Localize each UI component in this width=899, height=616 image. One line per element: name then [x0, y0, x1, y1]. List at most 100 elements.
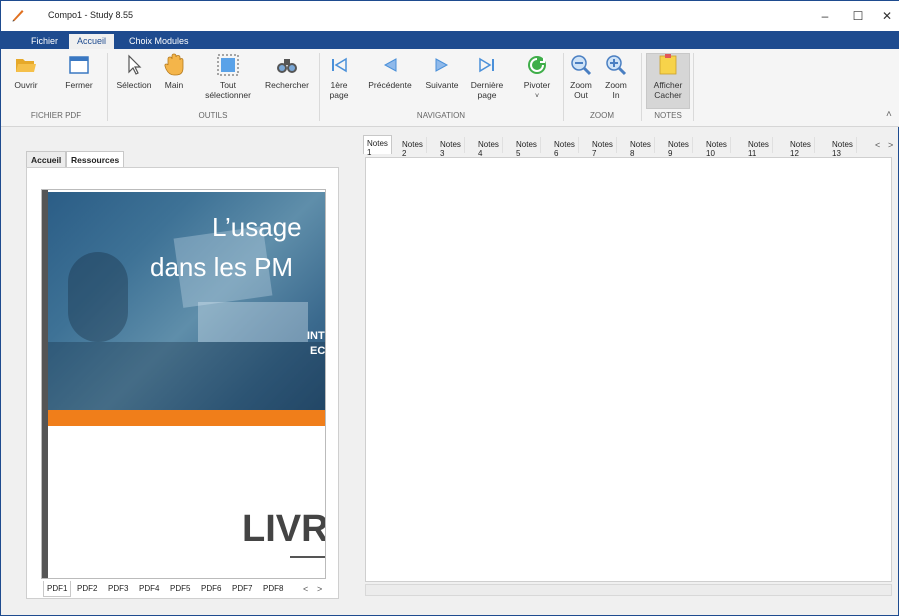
pdf-heading-line2: dans les PM	[150, 252, 294, 282]
tab-notes-7[interactable]: Notes 7	[589, 137, 617, 158]
last-page-button[interactable]: Dernière page	[467, 53, 507, 100]
pdf-tabs-scroll-right[interactable]: >	[317, 584, 322, 594]
group-label-zoom: ZOOM	[590, 111, 614, 120]
select-all-label-2: sélectionner	[205, 90, 251, 100]
app-window: Compo1 - Study 8.55 – ☐ ✕ Fichier Accuei…	[0, 0, 899, 616]
select-all-icon	[217, 54, 239, 76]
next-button[interactable]: Suivante	[421, 53, 463, 90]
next-label: Suivante	[425, 80, 459, 90]
title-bar: Compo1 - Study 8.55 – ☐ ✕	[1, 1, 899, 31]
group-separator	[693, 53, 694, 121]
tab-pdf7[interactable]: PDF7	[229, 581, 255, 597]
close-file-button[interactable]: Fermer	[63, 53, 95, 90]
tab-pdf8[interactable]: PDF8	[260, 581, 286, 597]
ribbon-collapse-button[interactable]: ˄	[886, 109, 892, 120]
zoom-out-label-1: Zoom	[570, 80, 592, 90]
arrow-left-icon	[383, 58, 397, 72]
tab-notes-3[interactable]: Notes 3	[437, 137, 465, 158]
previous-label: Précédente	[368, 80, 412, 90]
tab-notes-2[interactable]: Notes 2	[399, 137, 427, 158]
open-button[interactable]: Ouvrir	[13, 53, 39, 90]
menu-tab-choix-modules[interactable]: Choix Modules	[121, 34, 197, 49]
tab-pdf1[interactable]: PDF1	[43, 581, 72, 597]
pdf-tabs-scroll-left[interactable]: <	[303, 584, 308, 594]
tab-notes-6[interactable]: Notes 6	[551, 137, 579, 158]
menu-bar: Fichier Accueil Choix Modules	[1, 31, 899, 49]
sticky-note-icon	[659, 54, 677, 75]
tab-notes-8[interactable]: Notes 8	[627, 137, 655, 158]
arrow-right-icon	[435, 58, 449, 72]
group-label-notes: NOTES	[654, 111, 682, 120]
group-separator	[641, 53, 642, 121]
notes-horizontal-scrollbar[interactable]	[365, 584, 892, 596]
rotate-button[interactable]: Pivoter ˅	[519, 53, 555, 102]
pdf-subheading-line1: INT	[307, 330, 325, 342]
window-title: Compo1 - Study 8.55	[48, 10, 134, 20]
notes-editor[interactable]	[365, 157, 892, 582]
tab-notes-9[interactable]: Notes 9	[665, 137, 693, 158]
hand-button[interactable]: Main	[161, 53, 187, 90]
pdf-viewer[interactable]: L’usage dans les PM INT EC LIVRI	[41, 189, 326, 579]
zoom-out-button[interactable]: Zoom Out	[567, 53, 595, 100]
last-page-label-1: Dernière	[470, 80, 504, 90]
notes-label-1: Afficher	[653, 80, 683, 90]
show-hide-notes-button[interactable]: Afficher Cacher	[648, 53, 688, 100]
hand-icon	[164, 53, 184, 76]
select-all-button[interactable]: Tout sélectionner	[201, 53, 255, 100]
first-page-label-2: page	[329, 90, 349, 100]
tab-notes-13[interactable]: Notes 13	[829, 137, 857, 158]
search-button[interactable]: Rechercher	[263, 53, 311, 90]
search-label: Rechercher	[265, 80, 309, 90]
close-label: Fermer	[65, 80, 93, 90]
zoom-in-icon	[606, 55, 627, 76]
group-label-fichier-pdf: FICHIER PDF	[30, 111, 82, 120]
maximize-button[interactable]: ☐	[843, 6, 873, 26]
group-label-outils: OUTILS	[198, 111, 228, 120]
tab-pdf6[interactable]: PDF6	[198, 581, 224, 597]
zoom-out-label-2: Out	[574, 90, 588, 100]
group-separator	[107, 53, 108, 121]
tab-pdf4[interactable]: PDF4	[136, 581, 162, 597]
tab-accueil[interactable]: Accueil	[26, 151, 67, 167]
group-separator	[563, 53, 564, 121]
tab-notes-5[interactable]: Notes 5	[513, 137, 541, 158]
pdf-title-underline	[290, 556, 325, 558]
cursor-arrow-icon	[128, 54, 142, 75]
pdf-orange-band	[48, 410, 325, 426]
previous-button[interactable]: Précédente	[365, 53, 415, 90]
notes-label-2: Cacher	[654, 90, 682, 100]
first-page-icon	[332, 57, 347, 73]
ribbon: Ouvrir Fermer Sélection Main Tout sélect…	[1, 49, 899, 127]
group-label-navigation: NAVIGATION	[416, 111, 466, 120]
tab-notes-12[interactable]: Notes 12	[787, 137, 815, 158]
zoom-out-icon	[571, 55, 592, 76]
tab-pdf5[interactable]: PDF5	[167, 581, 193, 597]
group-separator	[319, 53, 320, 121]
last-page-icon	[479, 57, 494, 73]
menu-tab-accueil[interactable]: Accueil	[69, 34, 115, 49]
close-button[interactable]: ✕	[872, 6, 899, 26]
app-pen-icon	[12, 10, 24, 22]
tab-notes-4[interactable]: Notes 4	[475, 137, 503, 158]
zoom-in-button[interactable]: Zoom In	[603, 53, 629, 100]
hand-label: Main	[164, 80, 184, 90]
tab-pdf2[interactable]: PDF2	[74, 581, 100, 597]
first-page-label-1: 1ère	[330, 80, 348, 90]
selection-button[interactable]: Sélection	[114, 53, 154, 90]
notes-tabs-scroll-left[interactable]: <	[875, 140, 880, 150]
pdf-big-title: LIVRI	[242, 508, 326, 550]
zoom-in-label-2: In	[612, 90, 620, 100]
tab-notes-10[interactable]: Notes 10	[703, 137, 731, 158]
first-page-button[interactable]: 1ère page	[324, 53, 354, 100]
menu-tab-fichier[interactable]: Fichier	[23, 34, 66, 49]
pdf-subheading-line2: EC	[310, 345, 326, 357]
tab-notes-1[interactable]: Notes 1	[363, 135, 392, 157]
rotate-label: Pivoter	[523, 80, 551, 90]
tab-ressources-pdf[interactable]: Ressources PDF	[66, 151, 125, 175]
tab-pdf3[interactable]: PDF3	[105, 581, 131, 597]
notes-tabs-scroll-right[interactable]: >	[888, 140, 893, 150]
tab-notes-11[interactable]: Notes 11	[745, 137, 773, 158]
folder-icon	[16, 59, 36, 72]
zoom-in-label-1: Zoom	[605, 80, 627, 90]
minimize-button[interactable]: –	[810, 6, 840, 26]
